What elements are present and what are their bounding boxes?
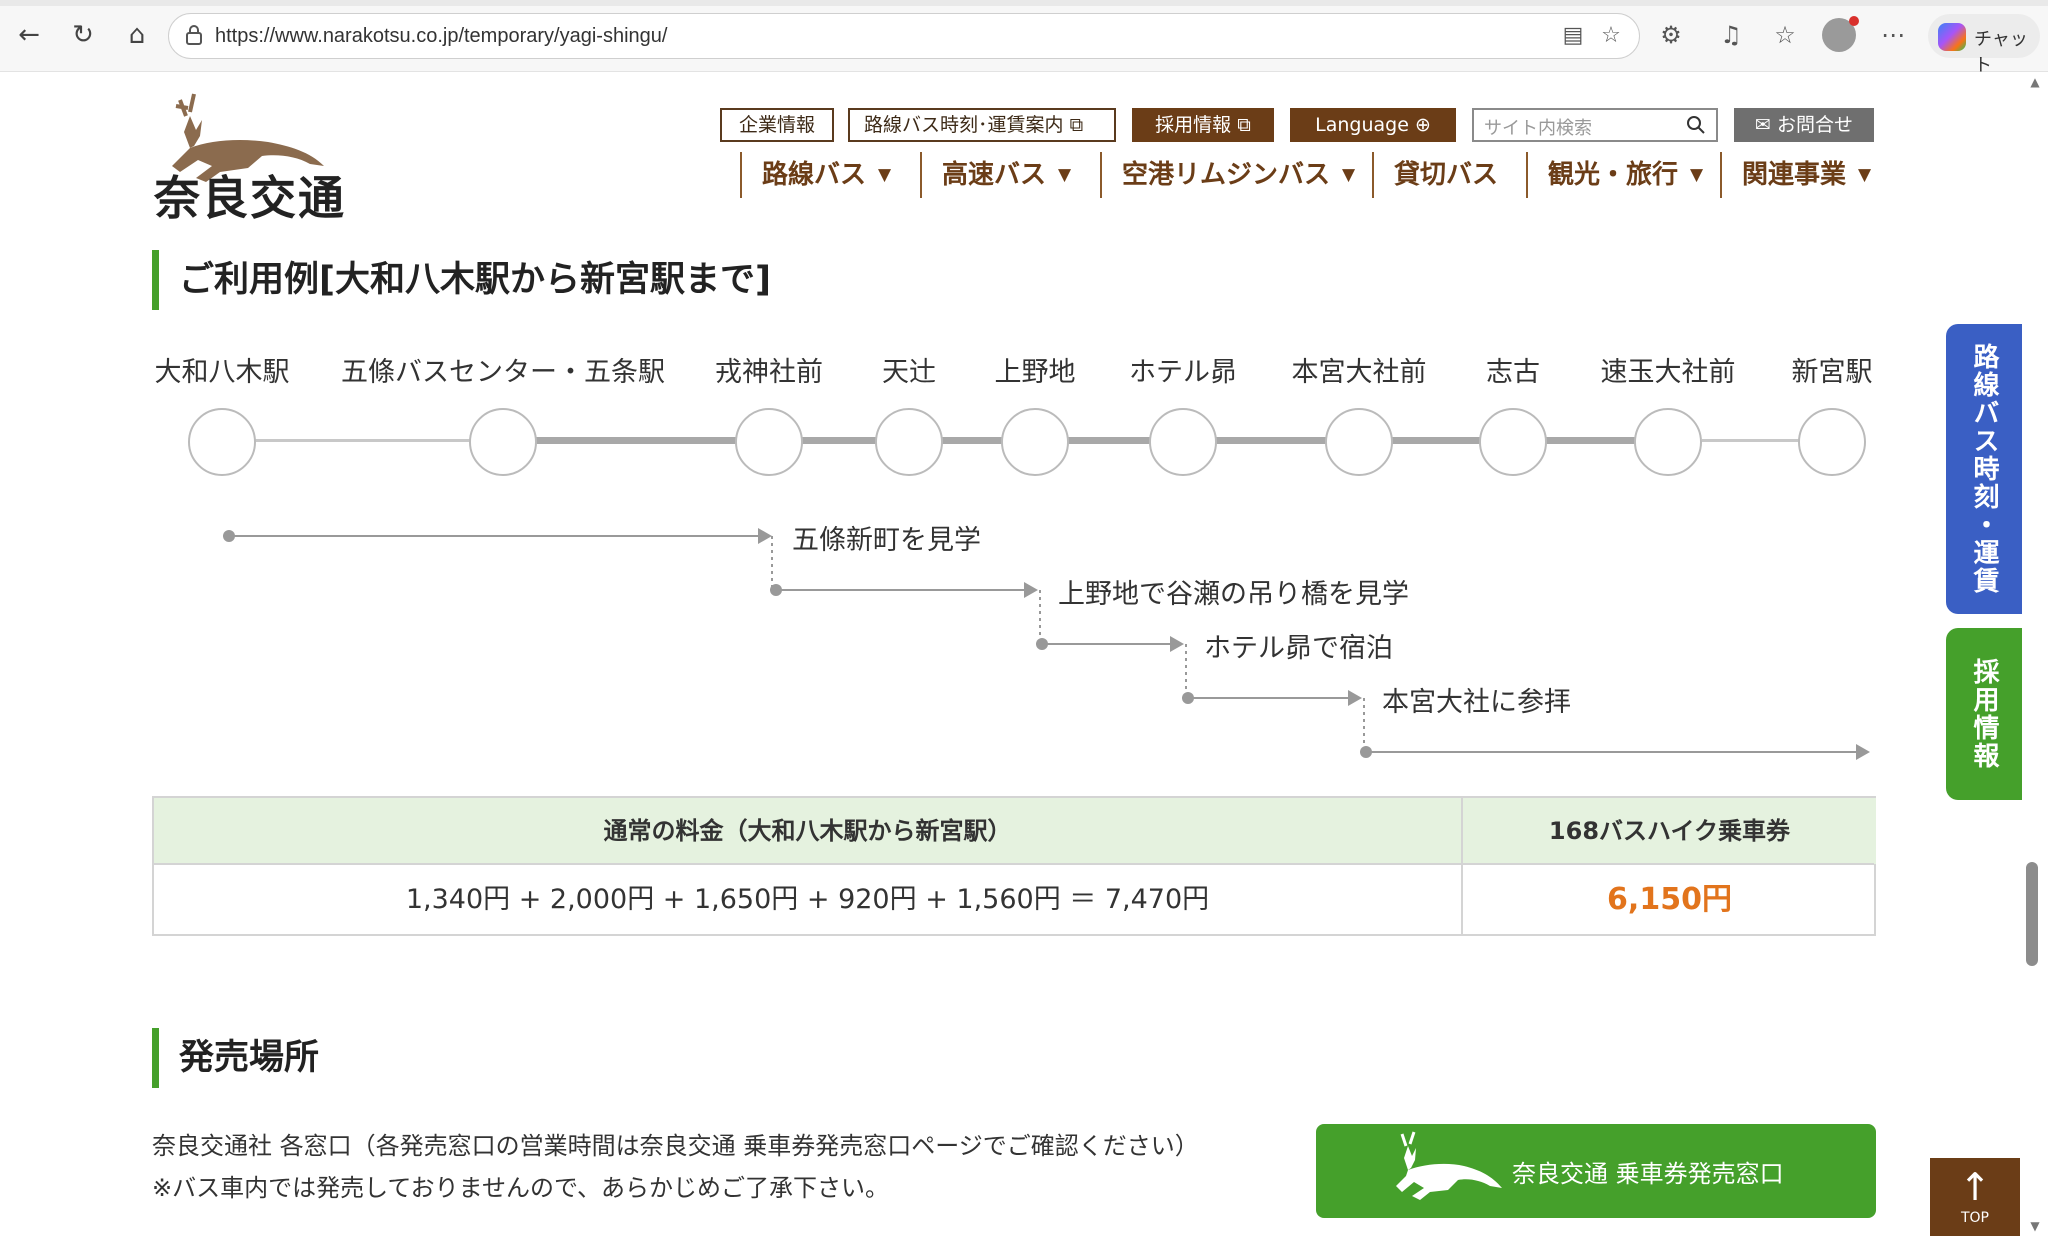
recruit-side-tab[interactable]: 採用情報 (1946, 628, 2022, 800)
scroll-up-icon[interactable]: ▲ (2024, 72, 2046, 92)
tab-strip (0, 0, 2048, 6)
itinerary-start-dot (1182, 692, 1194, 704)
itinerary-start-dot (223, 530, 235, 542)
back-to-top-button[interactable]: ↑ TOP (1930, 1158, 2020, 1236)
timetable-side-tab[interactable]: 路線バス時刻・運賃 (1946, 324, 2022, 614)
favorite-star-icon[interactable]: ☆ (1597, 22, 1625, 50)
reader-view-icon[interactable]: ▤ (1559, 22, 1587, 50)
fare-pass-price: 6,150円 (1607, 882, 1732, 917)
reload-icon[interactable]: ↻ (66, 18, 100, 52)
copilot-label: チャット (1974, 29, 2028, 76)
itinerary-start-dot (1036, 638, 1048, 650)
deer-icon (1396, 1131, 1502, 1200)
scroll-down-icon[interactable]: ▼ (2024, 1216, 2046, 1236)
itinerary-step: 上野地で谷瀬の吊り橋を見学 (1058, 579, 1409, 610)
arrowhead (1348, 690, 1362, 706)
arrowhead (1024, 582, 1038, 598)
itinerary-step: ホテル昴で宿泊 (1204, 633, 1393, 664)
site-info-icon[interactable] (183, 24, 205, 46)
url-text: https://www.narakotsu.co.jp/temporary/ya… (215, 25, 668, 47)
ticket-office-button[interactable]: 奈良交通 乗車券発売窓口 (1316, 1124, 1876, 1218)
home-icon[interactable]: ⌂ (120, 18, 154, 52)
up-arrow-icon: ↑ (1959, 1165, 1991, 1209)
itinerary-start-dot (1360, 746, 1372, 758)
fare-header-pass: 168バスハイク乗車券 (1463, 798, 1876, 864)
itinerary-step: 本宮大社に参拝 (1382, 687, 1571, 718)
favorites-icon[interactable]: ☆ (1768, 18, 1802, 52)
sales-description: 奈良交通社 各窓口（各発売窓口の営業時間は奈良交通 乗車券発売窓口ページでご確認… (152, 1132, 1199, 1160)
scrollbar-thumb[interactable] (2026, 862, 2038, 966)
ticket-office-label: 奈良交通 乗車券発売窓口 (1512, 1160, 1784, 1188)
profile-avatar[interactable] (1822, 16, 1859, 52)
itinerary-step: 五條新町を見学 (792, 525, 981, 556)
fare-header-normal: 通常の料金（大和八木駅から新宮駅） (154, 798, 1461, 864)
top-label: TOP (1960, 1210, 1989, 1226)
copilot-button[interactable]: チャット (1928, 14, 2040, 76)
sales-note: ※バス車内では発売しておりませんので、あらかじめご了承下さい。 (152, 1174, 889, 1202)
back-arrow-icon[interactable]: ← (12, 18, 46, 52)
itinerary-start-dot (770, 584, 782, 596)
arrowhead (1170, 636, 1184, 652)
copilot-icon (1938, 23, 1966, 51)
address-bar[interactable]: https://www.narakotsu.co.jp/temporary/ya… (168, 13, 1640, 59)
more-menu-icon[interactable]: ⋯ (1876, 18, 1910, 52)
arrowhead (1856, 744, 1870, 760)
sales-section-title: 発売場所 (152, 1028, 319, 1088)
browser-toolbar: ← ↻ ⌂ https://www.narakotsu.co.jp/tempor… (0, 0, 2048, 76)
media-icon[interactable]: ♫ (1714, 18, 1748, 52)
fare-table: 通常の料金（大和八木駅から新宮駅） 168バスハイク乗車券 1,340円 + 2… (152, 796, 1876, 936)
arrowhead (758, 528, 772, 544)
extensions-icon[interactable]: ⚙ (1654, 18, 1688, 52)
fare-normal-value: 1,340円 + 2,000円 + 1,650円 + 920円 + 1,560円… (405, 884, 1210, 915)
scrollbar-track[interactable] (2024, 72, 2046, 1236)
web-page: 奈良交通 企業情報 路線バス時刻･運賃案内 ⧉ 採用情報 ⧉ Language … (0, 72, 2048, 1236)
